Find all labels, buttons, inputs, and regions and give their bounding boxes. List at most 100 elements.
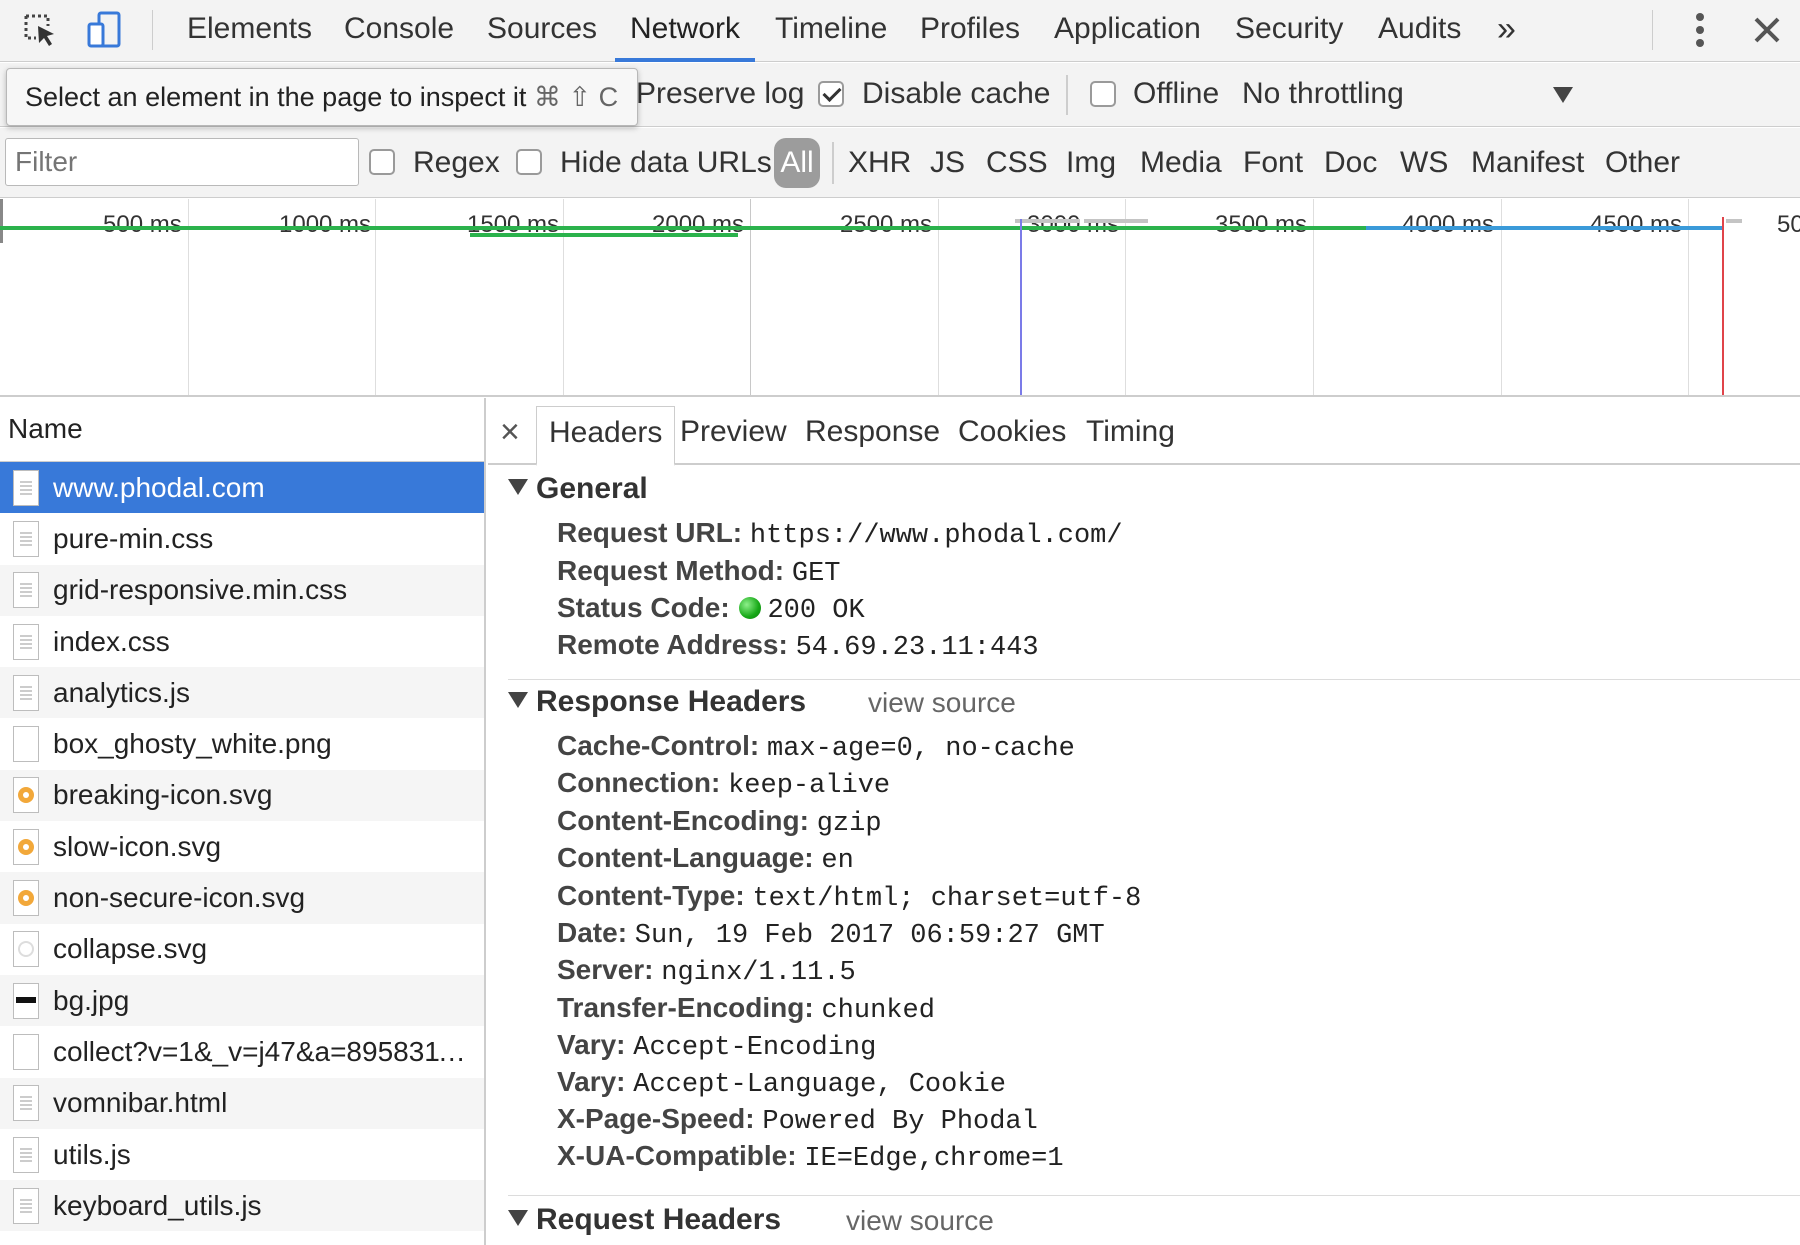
header-row: X-Page-Speed: Powered By Phodal xyxy=(557,1103,1038,1137)
request-row[interactable]: vomnibar.html xyxy=(0,1077,484,1129)
header-value: nginx/1.11.5 xyxy=(661,958,856,988)
filter-type-manifest[interactable]: Manifest xyxy=(1471,146,1584,180)
name-column-header[interactable]: Name xyxy=(0,398,484,462)
hide-data-urls-label[interactable]: Hide data URLs xyxy=(560,146,772,180)
general-section-toggle[interactable]: General xyxy=(508,472,648,506)
filter-type-css[interactable]: CSS xyxy=(986,146,1048,180)
timeline-tick-label: 2500 ms xyxy=(840,211,933,238)
request-row[interactable]: analytics.js xyxy=(0,667,484,719)
timeline-overview[interactable]: 500 ms 1000 ms 1500 ms 2000 ms 2500 ms 3… xyxy=(0,199,1800,397)
regex-checkbox[interactable] xyxy=(369,149,395,175)
device-toolbar-icon[interactable] xyxy=(83,8,127,52)
request-row[interactable]: collect?v=1&_v=j47&a=89583113... xyxy=(0,1026,484,1077)
request-row[interactable]: pure-min.css xyxy=(0,513,484,564)
timeline-tick-label: 3500 ms xyxy=(1215,211,1308,238)
header-value: 200 OK xyxy=(767,596,865,626)
hide-data-urls-checkbox[interactable] xyxy=(516,149,542,175)
header-row: Connection: keep-alive xyxy=(557,767,890,801)
disable-cache-checkbox[interactable] xyxy=(818,81,844,107)
filter-type-other[interactable]: Other xyxy=(1605,146,1680,180)
filter-type-all[interactable]: All xyxy=(774,138,820,188)
request-row[interactable]: breaking-icon.svg xyxy=(0,769,484,822)
filter-type-media[interactable]: Media xyxy=(1140,146,1222,180)
tab-headers[interactable]: Headers xyxy=(536,406,676,466)
tab-response[interactable]: Response xyxy=(805,406,940,466)
header-row: Server: nginx/1.11.5 xyxy=(557,954,856,988)
expand-triangle-icon xyxy=(508,692,528,708)
preserve-log-label[interactable]: Preserve log xyxy=(636,77,804,111)
offline-checkbox[interactable] xyxy=(1090,81,1116,107)
tab-sources[interactable]: Sources xyxy=(487,0,597,62)
request-row[interactable]: slow-icon.svg xyxy=(0,821,484,872)
request-headers-section-toggle[interactable]: Request Headers xyxy=(508,1203,781,1237)
filter-type-js[interactable]: JS xyxy=(930,146,965,180)
disable-cache-label[interactable]: Disable cache xyxy=(862,77,1050,111)
tab-timeline[interactable]: Timeline xyxy=(775,0,887,62)
timeline-bar-document xyxy=(0,226,1366,230)
close-details-icon[interactable]: × xyxy=(500,406,520,466)
filter-type-xhr[interactable]: XHR xyxy=(848,146,911,180)
request-row[interactable]: non-secure-icon.svg xyxy=(0,872,484,924)
filter-type-font[interactable]: Font xyxy=(1243,146,1303,180)
request-row[interactable]: box_ghosty_white.png xyxy=(0,718,484,769)
header-value: 54.69.23.11:443 xyxy=(795,633,1039,663)
tab-audits[interactable]: Audits xyxy=(1378,0,1461,62)
request-row[interactable]: grid-responsive.min.css xyxy=(0,564,484,616)
grey-image-icon xyxy=(13,931,39,968)
timeline-tick-label: 4000 ms xyxy=(1402,211,1495,238)
expand-triangle-icon xyxy=(508,1210,528,1226)
tab-elements[interactable]: Elements xyxy=(187,0,312,62)
inspect-element-icon[interactable] xyxy=(18,8,62,52)
request-name: collapse.svg xyxy=(53,933,208,965)
request-row[interactable]: utils.js xyxy=(0,1129,484,1180)
header-key: Remote Address: xyxy=(557,629,788,660)
filter-input[interactable] xyxy=(5,138,359,186)
request-row[interactable]: www.phodal.com xyxy=(0,462,484,514)
response-headers-section-toggle[interactable]: Response Headers xyxy=(508,685,806,719)
tab-console[interactable]: Console xyxy=(344,0,454,62)
header-value: max-age=0, no-cache xyxy=(767,734,1075,764)
request-row[interactable]: collapse.svg xyxy=(0,924,484,975)
filter-type-doc[interactable]: Doc xyxy=(1324,146,1377,180)
tab-security[interactable]: Security xyxy=(1235,0,1343,62)
request-row[interactable]: keyboard_utils.js xyxy=(0,1180,484,1232)
document-icon xyxy=(13,520,39,557)
filter-divider xyxy=(832,142,834,184)
tab-application[interactable]: Application xyxy=(1054,0,1201,62)
header-row: Request Method: GET xyxy=(557,555,841,589)
timeline-bar-waiting xyxy=(1366,226,1722,230)
timeline-bar-resource xyxy=(1726,219,1742,223)
tab-cookies[interactable]: Cookies xyxy=(958,406,1066,466)
timeline-tick-label: 4500 ms xyxy=(1590,211,1683,238)
request-name: box_ghosty_white.png xyxy=(53,728,332,760)
toolbar-divider xyxy=(152,10,153,50)
orange-image-icon xyxy=(13,828,39,865)
offline-label[interactable]: Offline xyxy=(1133,77,1219,111)
header-row: Cache-Control: max-age=0, no-cache xyxy=(557,730,1075,764)
request-row[interactable]: index.css xyxy=(0,616,484,667)
more-vertical-icon[interactable] xyxy=(1678,8,1722,52)
header-value: IE=Edge,chrome=1 xyxy=(804,1144,1064,1174)
tab-preview[interactable]: Preview xyxy=(680,406,787,466)
header-key: X-UA-Compatible: xyxy=(557,1140,797,1171)
header-key: Vary: xyxy=(557,1029,626,1060)
throttling-select[interactable]: No throttling xyxy=(1242,77,1404,111)
regex-label[interactable]: Regex xyxy=(413,146,500,180)
throttling-dropdown-icon[interactable] xyxy=(1553,87,1573,103)
filter-type-ws[interactable]: WS xyxy=(1400,146,1448,180)
close-devtools-icon[interactable] xyxy=(1745,8,1789,52)
request-view-source-link[interactable]: view source xyxy=(846,1205,994,1237)
request-name: collect?v=1&_v=j47&a=89583113... xyxy=(53,1035,473,1067)
filter-type-img[interactable]: Img xyxy=(1066,146,1116,180)
inspect-tooltip: Select an element in the page to inspect… xyxy=(6,68,638,126)
header-row: Status Code: 200 OK xyxy=(557,592,865,626)
more-tabs-button[interactable]: » xyxy=(1497,0,1516,62)
header-row: Vary: Accept-Encoding xyxy=(557,1029,876,1063)
tab-network[interactable]: Network xyxy=(615,0,756,62)
tab-profiles[interactable]: Profiles xyxy=(920,0,1020,62)
response-view-source-link[interactable]: view source xyxy=(868,687,1016,719)
header-value: text/html; charset=utf-8 xyxy=(752,884,1142,914)
tab-timing[interactable]: Timing xyxy=(1086,406,1175,466)
request-name: keyboard_utils.js xyxy=(53,1189,262,1221)
request-row[interactable]: bg.jpg xyxy=(0,974,484,1027)
